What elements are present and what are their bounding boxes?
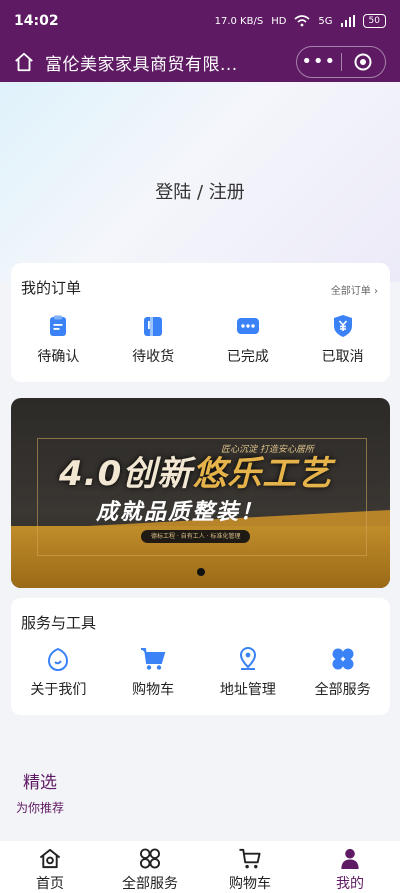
cart-icon: [239, 848, 261, 869]
tool-cart-label: 购物车: [132, 682, 175, 698]
package-icon: [140, 313, 166, 339]
tool-address-label: 地址管理: [219, 682, 276, 698]
chat-dots-icon: [235, 313, 261, 339]
status-icons: 17.0 KB/S HD 5G 50: [215, 14, 386, 28]
order-pending-confirm-label: 待确认: [37, 349, 80, 365]
home-icon: [39, 848, 61, 869]
banner-pill: 德标工程 · 自有工人 · 标准化管理: [141, 530, 251, 543]
target-icon: [354, 53, 372, 71]
tab-cart[interactable]: 购物车: [200, 841, 300, 893]
orders-card: 我的订单 全部订单 › 待确认 待收货 已完成 已取消: [11, 263, 390, 382]
order-pending-confirm[interactable]: 待确认: [11, 313, 106, 366]
close-target-button[interactable]: [342, 53, 386, 71]
location-pin-icon: [235, 646, 261, 672]
clipboard-icon: [45, 313, 71, 339]
banner-subline: 成就品质整装！: [96, 500, 265, 525]
order-cancelled[interactable]: 已取消: [295, 313, 390, 366]
network-type: 5G: [318, 15, 333, 27]
signal-icon: [340, 15, 355, 27]
services-icon: [139, 848, 161, 869]
yen-shield-icon: [330, 313, 356, 339]
cart-icon: [140, 646, 166, 672]
orders-grid: 待确认 待收货 已完成 已取消: [11, 313, 390, 366]
grid-flower-icon: [330, 646, 356, 672]
tool-about-us-label: 关于我们: [30, 682, 87, 698]
featured-subtitle: 为你推荐: [16, 801, 65, 815]
tool-all-services[interactable]: 全部服务: [295, 646, 390, 699]
user-icon: [341, 848, 359, 870]
mini-program-capsule: •••: [296, 46, 386, 78]
app-title: 富伦美家家具商贸有限...: [45, 54, 238, 75]
login-register-link[interactable]: 登陆 / 注册: [0, 178, 400, 204]
status-time: 14:02: [14, 13, 59, 29]
tool-cart[interactable]: 购物车: [106, 646, 201, 699]
hd-badge: HD: [271, 15, 287, 27]
tools-card: 服务与工具 关于我们 购物车 地址管理 全部服务: [11, 598, 390, 715]
tool-address[interactable]: 地址管理: [201, 646, 296, 699]
drop-face-icon: [45, 646, 71, 672]
order-completed[interactable]: 已完成: [201, 313, 296, 366]
status-bar: 14:02 17.0 KB/S HD 5G 50: [0, 0, 400, 42]
home-icon[interactable]: [13, 51, 35, 73]
tool-about-us[interactable]: 关于我们: [11, 646, 106, 699]
banner-headline-a: 4.0创新: [59, 454, 193, 494]
banner-headline-b: 悠乐工艺: [192, 454, 333, 494]
banner-headline: 4.0创新悠乐工艺: [59, 446, 332, 495]
tab-home[interactable]: 首页: [0, 841, 100, 893]
tab-all-services[interactable]: 全部服务: [100, 841, 200, 893]
tools-title: 服务与工具: [21, 614, 97, 632]
tab-mine-label: 我的: [336, 876, 364, 892]
order-awaiting-receipt[interactable]: 待收货: [106, 313, 201, 366]
all-orders-link[interactable]: 全部订单 ›: [331, 282, 378, 297]
order-awaiting-receipt-label: 待收货: [132, 349, 175, 365]
title-bar: 富伦美家家具商贸有限... •••: [0, 42, 400, 82]
tab-mine[interactable]: 我的: [300, 841, 400, 893]
order-completed-label: 已完成: [226, 349, 269, 365]
tools-grid: 关于我们 购物车 地址管理 全部服务: [11, 646, 390, 699]
battery-indicator: 50: [362, 14, 386, 28]
promo-banner[interactable]: 匠心沉淀 打造安心居所 4.0创新悠乐工艺 成就品质整装！ 德标工程 · 自有工…: [11, 398, 390, 588]
wifi-icon: [294, 15, 310, 27]
featured-title: 精选: [23, 773, 57, 793]
tab-home-label: 首页: [36, 876, 64, 892]
more-menu-button[interactable]: •••: [297, 48, 341, 76]
orders-title: 我的订单: [21, 279, 82, 297]
tab-cart-label: 购物车: [229, 876, 271, 892]
carousel-indicator[interactable]: [197, 568, 205, 576]
tab-all-services-label: 全部服务: [122, 876, 178, 892]
network-speed: 17.0 KB/S: [214, 15, 264, 27]
bottom-tab-bar: 首页 全部服务 购物车 我的: [0, 841, 400, 893]
order-cancelled-label: 已取消: [321, 349, 364, 365]
tool-all-services-label: 全部服务: [314, 682, 371, 698]
